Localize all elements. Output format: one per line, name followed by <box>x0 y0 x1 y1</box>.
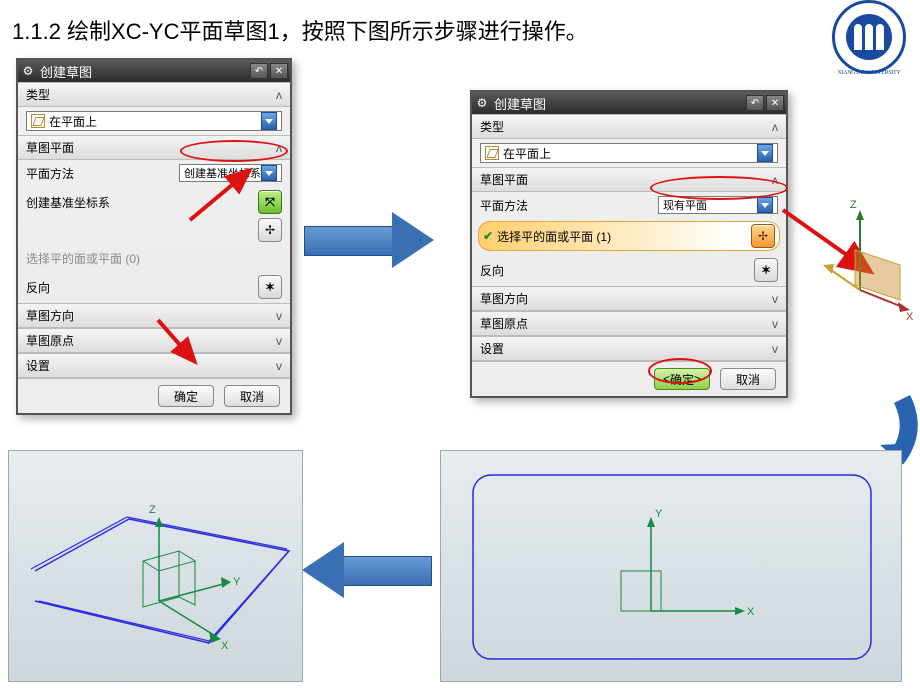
create-cs-button[interactable]: ⤧ <box>258 190 282 214</box>
section-type[interactable]: 类型ʌ <box>472 114 786 139</box>
select-face-row[interactable]: ✔ 选择平的面或平面 (1) ✢ <box>478 221 780 251</box>
plane-icon <box>31 114 45 128</box>
label-plane-method: 平面方法 <box>26 165 116 182</box>
combo-on-plane[interactable]: 在平面上 <box>480 143 778 163</box>
label-reverse: 反向 <box>480 262 570 279</box>
dialog-create-sketch-1: ⚙ 创建草图 ↶ ✕ 类型ʌ 在平面上 草图平面ʌ 平面方法 创建基准坐标系 <box>16 58 292 415</box>
dialog2-titlebar: ⚙ 创建草图 ↶ ✕ <box>472 92 786 114</box>
title-text: 1.1.2 绘制XC-YC平面草图1，按照下图所示步骤进行操作。 <box>12 14 908 46</box>
chevron-down-icon: v <box>772 292 778 306</box>
viewport-3d-sketch: Z Y X <box>8 450 303 682</box>
reverse-button[interactable]: ✶ <box>258 275 282 299</box>
chevron-down-icon[interactable] <box>261 165 277 181</box>
pick-face-button[interactable]: ✢ <box>751 224 775 248</box>
cancel-button-2[interactable]: 取消 <box>720 368 776 390</box>
chevron-down-icon[interactable] <box>261 112 277 130</box>
rollback-icon[interactable]: ↶ <box>250 63 268 79</box>
label-select-face-disabled: 选择平的面或平面 (0) <box>26 250 140 267</box>
chevron-down-icon[interactable] <box>757 197 773 213</box>
section-orientation[interactable]: 草图方向v <box>18 303 290 328</box>
svg-text:Z: Z <box>149 504 156 516</box>
chevron-down-icon: v <box>772 317 778 331</box>
target-button[interactable]: ✢ <box>258 218 282 242</box>
section-settings[interactable]: 设置v <box>472 336 786 361</box>
reverse-icon: ✶ <box>761 263 771 277</box>
section-sketch-plane[interactable]: 草图平面ʌ <box>18 135 290 160</box>
page-title: 1.1.2 绘制XC-YC平面草图1，按照下图所示步骤进行操作。 <box>0 0 920 46</box>
target-icon: ✢ <box>758 229 768 243</box>
chevron-down-icon: v <box>276 309 282 323</box>
blue-arrow-left-icon <box>312 540 432 600</box>
svg-text:X: X <box>747 606 755 618</box>
section-orientation[interactable]: 草图方向v <box>472 286 786 311</box>
label-create-cs: 创建基准坐标系 <box>26 194 110 211</box>
svg-text:Y: Y <box>233 576 241 588</box>
dialog1-titlebar: ⚙ 创建草图 ↶ ✕ <box>18 60 290 82</box>
chevron-up-icon: ʌ <box>772 173 778 187</box>
dialog2-title: 创建草图 <box>494 94 546 113</box>
svg-text:X: X <box>221 640 229 652</box>
section-origin[interactable]: 草图原点v <box>18 328 290 353</box>
rollback-icon[interactable]: ↶ <box>746 95 764 111</box>
svg-text:X: X <box>906 311 914 320</box>
combo-plane-method-2[interactable]: 现有平面 <box>658 196 778 214</box>
chevron-down-icon: v <box>276 359 282 373</box>
label-plane-method: 平面方法 <box>480 197 570 214</box>
gear-icon: ⚙ <box>20 63 36 79</box>
gear-icon: ⚙ <box>474 95 490 111</box>
select-face-label: 选择平的面或平面 (1) <box>497 228 611 245</box>
combo-on-plane[interactable]: 在平面上 <box>26 111 282 131</box>
plane-icon <box>485 146 499 160</box>
dialog1-title: 创建草图 <box>40 62 92 81</box>
svg-text:Y: Y <box>655 508 663 520</box>
svg-text:Z: Z <box>850 199 857 211</box>
section-origin[interactable]: 草图原点v <box>472 311 786 336</box>
chevron-up-icon: ʌ <box>276 141 282 155</box>
triad-3d-icon: Z X <box>820 190 920 320</box>
section-sketch-plane[interactable]: 草图平面ʌ <box>472 167 786 192</box>
ok-button-2[interactable]: < 确定 > <box>654 368 710 390</box>
reverse-button[interactable]: ✶ <box>754 258 778 282</box>
label-reverse: 反向 <box>26 279 116 296</box>
close-icon[interactable]: ✕ <box>270 63 288 79</box>
section-settings[interactable]: 设置v <box>18 353 290 378</box>
combo-plane-method-1[interactable]: 创建基准坐标系 <box>179 164 282 182</box>
section-type[interactable]: 类型ʌ <box>18 82 290 107</box>
target-icon: ✢ <box>265 223 275 237</box>
chevron-down-icon: v <box>772 342 778 356</box>
reverse-icon: ✶ <box>265 280 275 294</box>
chevron-down-icon: v <box>276 334 282 348</box>
cancel-button-1[interactable]: 取消 <box>224 385 280 407</box>
chevron-down-icon[interactable] <box>757 144 773 162</box>
cs-icon: ⤧ <box>265 195 275 210</box>
chevron-up-icon: ʌ <box>772 120 778 134</box>
close-icon[interactable]: ✕ <box>766 95 784 111</box>
ok-button-1[interactable]: 确定 <box>158 385 214 407</box>
blue-arrow-right-icon <box>304 210 444 270</box>
viewport-xy-plane: X Y <box>440 450 902 682</box>
dialog-create-sketch-2: ⚙ 创建草图 ↶ ✕ 类型ʌ 在平面上 草图平面ʌ 平面方法 现有平面 <box>470 90 788 398</box>
check-icon: ✔ <box>483 229 493 243</box>
chevron-up-icon: ʌ <box>276 88 282 102</box>
